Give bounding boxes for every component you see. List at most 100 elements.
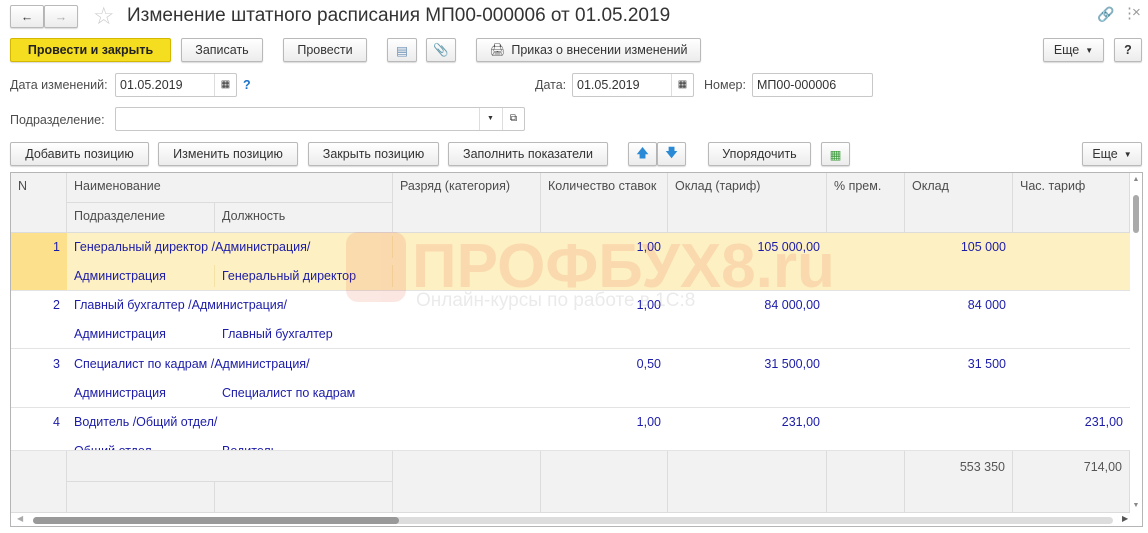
vertical-scrollbar[interactable]: ▲ ▼: [1130, 173, 1142, 513]
col-salary-tariff[interactable]: Оклад (тариф): [668, 173, 827, 233]
star-icon[interactable]: ☆: [93, 2, 115, 31]
paperclip-icon[interactable]: 📎: [426, 38, 456, 62]
scroll-down-icon[interactable]: ▼: [1130, 502, 1142, 509]
cell-dept: Администрация: [74, 327, 166, 341]
cell-position: Главный бухгалтер: [222, 327, 333, 341]
cell-rates: 1,00: [636, 298, 661, 312]
total-hourly: 714,00: [1013, 451, 1130, 513]
cell-name: Главный бухгалтер /Администрация/: [74, 298, 288, 312]
number-input[interactable]: МП00-000006: [752, 73, 873, 97]
department-label: Подразделение:: [10, 113, 105, 127]
fill-indicators-button[interactable]: Заполнить показатели: [448, 142, 608, 166]
edit-position-button[interactable]: Изменить позицию: [158, 142, 298, 166]
footer-grade: [393, 451, 541, 513]
horizontal-scrollbar[interactable]: ◀ ▶: [11, 513, 1142, 526]
move-down-button[interactable]: 🡇: [657, 142, 686, 166]
vertical-scroll-thumb[interactable]: [1133, 195, 1139, 233]
printer-icon: 🖨: [489, 42, 506, 57]
department-input[interactable]: ▼ ⧉: [115, 107, 525, 131]
close-icon[interactable]: ×: [1132, 4, 1141, 21]
help-button[interactable]: ?: [1114, 38, 1142, 62]
post-and-close-button[interactable]: Провести и закрыть: [10, 38, 171, 62]
cell-name: Водитель /Общий отдел/: [74, 415, 218, 429]
col-grade[interactable]: Разряд (категория): [393, 173, 541, 233]
scroll-up-icon[interactable]: ▲: [1130, 176, 1142, 183]
date-label: Дата:: [535, 78, 567, 92]
print-order-button[interactable]: 🖨 Приказ о внесении изменений: [476, 38, 701, 62]
col-salary[interactable]: Оклад: [905, 173, 1013, 233]
chevron-down-icon: ▼: [1085, 45, 1094, 55]
total-salary: 553 350: [905, 451, 1013, 513]
table-settings-icon[interactable]: ▦: [821, 142, 850, 166]
calendar-icon[interactable]: ▦: [214, 74, 236, 96]
help-hint[interactable]: ?: [243, 78, 251, 92]
post-button[interactable]: Провести: [283, 38, 367, 62]
col-hourly[interactable]: Час. тариф: [1013, 173, 1130, 233]
cell-name: Специалист по кадрам /Администрация/: [74, 357, 310, 371]
cell-dept: Администрация: [67, 265, 215, 287]
close-position-button[interactable]: Закрыть позицию: [308, 142, 439, 166]
chevron-down-icon: ▼: [1123, 149, 1132, 159]
save-button[interactable]: Записать: [181, 38, 263, 62]
arrow-up-icon: 🡅: [636, 145, 649, 160]
col-rates[interactable]: Количество ставок: [541, 173, 668, 233]
table-row[interactable]: 3 Специалист по кадрам /Администрация/0,5…: [11, 350, 1130, 408]
dropdown-icon[interactable]: ▼: [479, 108, 501, 130]
table-row[interactable]: 1 Генеральный директор /Администрация/1,0…: [11, 233, 1130, 291]
cell-n: 2: [53, 298, 60, 312]
number-label: Номер:: [704, 78, 746, 92]
cell-rates: 0,50: [636, 357, 661, 371]
footer-bonus: [827, 451, 905, 513]
scroll-right-icon[interactable]: ▶: [1122, 514, 1128, 523]
footer-rates: [541, 451, 668, 513]
cell-dept: Администрация: [74, 386, 166, 400]
date-input[interactable]: 01.05.2019 ▦: [572, 73, 694, 97]
cell-hourly: [1013, 236, 1130, 258]
footer-salary-tariff: [668, 451, 827, 513]
staff-table: N Наименование Подразделение Должность Р…: [10, 172, 1143, 527]
cell-n: 3: [53, 357, 60, 371]
cell-rates: 1,00: [636, 240, 661, 254]
more-button[interactable]: Еще ▼: [1043, 38, 1104, 62]
forward-button[interactable]: →: [44, 5, 78, 28]
footer-position: [215, 482, 393, 513]
cell-position: Водитель: [222, 444, 278, 451]
scroll-left-icon[interactable]: ◀: [17, 514, 23, 523]
col-bonus[interactable]: % прем.: [827, 173, 905, 233]
change-date-label: Дата изменений:: [10, 78, 108, 92]
cell-salary: 31 500: [967, 357, 1006, 371]
cell-salary-tariff: 84 000,00: [764, 298, 820, 312]
page-title: Изменение штатного расписания МП00-00000…: [127, 5, 671, 26]
cell-dept: Общий отдел: [74, 444, 152, 451]
table-row[interactable]: 2 Главный бухгалтер /Администрация/1,00 84…: [11, 291, 1130, 349]
document-icon[interactable]: ▤: [387, 38, 417, 62]
cell-salary: [905, 411, 1013, 433]
link-icon[interactable]: 🔗: [1097, 6, 1114, 23]
cell-salary: 84 000: [967, 298, 1006, 312]
add-position-button[interactable]: Добавить позицию: [10, 142, 149, 166]
cell-salary-tariff: 105 000,00: [757, 240, 820, 254]
cell-position: Генеральный директор: [215, 265, 393, 287]
open-icon[interactable]: ⧉: [502, 108, 524, 130]
back-button[interactable]: ←: [10, 5, 44, 28]
cell-salary-tariff: 231,00: [781, 415, 820, 429]
col-name[interactable]: Наименование: [67, 173, 393, 203]
calendar-icon[interactable]: ▦: [671, 74, 693, 96]
col-n[interactable]: N: [11, 173, 67, 233]
col-position[interactable]: Должность: [215, 203, 393, 233]
horizontal-scroll-thumb[interactable]: [33, 517, 399, 524]
cell-rates: 1,00: [636, 415, 661, 429]
cell-n: 4: [53, 415, 60, 429]
table-more-button[interactable]: Еще ▼: [1082, 142, 1142, 166]
footer-dept: [67, 482, 215, 513]
arrow-down-icon: 🡇: [665, 145, 678, 160]
table-row[interactable]: 4 Водитель /Общий отдел/1,00 231,00 231,00 О…: [11, 408, 1130, 451]
change-date-input[interactable]: 01.05.2019 ▦: [115, 73, 237, 97]
col-dept[interactable]: Подразделение: [67, 203, 215, 233]
cell-hourly: [1013, 294, 1130, 316]
footer-name: [67, 451, 393, 482]
move-up-button[interactable]: 🡅: [628, 142, 657, 166]
cell-position: Специалист по кадрам: [222, 386, 356, 400]
footer-n: [11, 451, 67, 513]
sort-button[interactable]: Упорядочить: [708, 142, 811, 166]
